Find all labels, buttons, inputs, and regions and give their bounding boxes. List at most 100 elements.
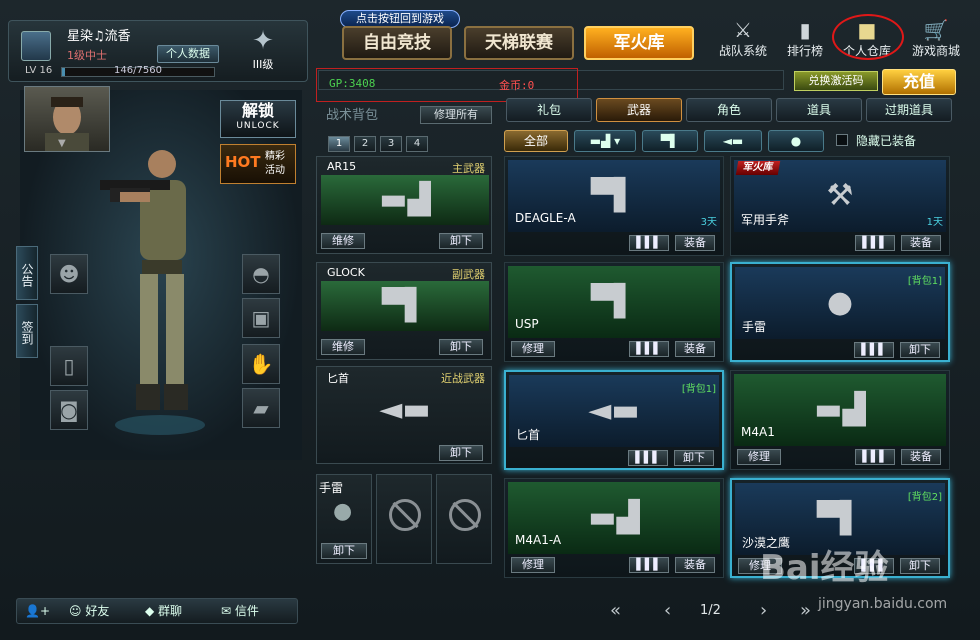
equip-slot-helmet[interactable]: ◓ [242,254,280,294]
add-friend-icon[interactable]: 👤+ [25,601,50,621]
prev-page-icon[interactable]: ‹ [664,600,671,621]
repair-button[interactable]: 维修 [321,339,365,355]
unequip-button[interactable]: 卸下 [439,445,483,461]
pistol-icon: ▀▌ [590,178,638,213]
pistol-icon: ▀▌ [816,501,864,536]
announcement-tab[interactable]: 公告 [16,246,38,300]
game-shop-button[interactable]: 🛒 游戏商城 [896,18,976,62]
baidu-watermark-url: jingyan.baidu.com [818,596,948,612]
item-name: USP [515,317,539,331]
repair-button[interactable]: 修理 [511,557,555,573]
filter-pistol[interactable]: ▀▌ [642,130,698,152]
redeem-code-button[interactable]: 兑换激活码 [794,71,878,91]
item-card[interactable]: ▬▟ M4A1 修理 ▌▌▌ 装备 [730,370,950,470]
unequip-button[interactable]: 卸下 [439,339,483,355]
stats-button[interactable]: ▌▌▌ [628,450,668,466]
unequip-button[interactable]: 卸下 [900,558,940,574]
equip-slot-gloves[interactable]: ✋ [242,344,280,384]
repair-button[interactable]: 维修 [321,233,365,249]
backpack-tab-3[interactable]: 3 [380,136,402,152]
equip-button[interactable]: 装备 [901,235,941,251]
backpack-slot-locked [376,474,432,564]
backpack-tab-1[interactable]: 1 [328,136,350,152]
item-card[interactable]: ▀▌ DEAGLE-A 3天 ▌▌▌ 装备 [504,156,724,256]
filter-all[interactable]: 全部 [504,130,568,152]
category-tab-items[interactable]: 道具 [776,98,862,122]
rifle-icon: ▬▟ [814,392,866,427]
rifle-icon: ▬▟ [588,500,640,535]
player-rank: 1级中士 [67,49,107,62]
equip-slot-boots[interactable]: ▰ [242,388,280,428]
mail-button[interactable]: ✉ 信件 [221,601,259,621]
item-card[interactable]: ▬▟ M4A1-A 修理 ▌▌▌ 装备 [504,478,724,578]
backpack-slot-grenade: 手雷 ● 卸下 [316,474,372,564]
category-tab-characters[interactable]: 角色 [686,98,772,122]
repair-button[interactable]: 修理 [511,341,555,357]
unequip-button[interactable]: 卸下 [439,233,483,249]
unequip-button[interactable]: 卸下 [321,543,367,559]
group-chat-button[interactable]: ◆ 群聊 [145,601,182,621]
equip-button[interactable]: 装备 [675,557,715,573]
item-card[interactable]: ● [背包1] 手雷 ▌▌▌ 卸下 [730,262,950,362]
bar-chart-icon: ▌▌▌ [636,342,662,355]
stats-button[interactable]: ▌▌▌ [629,235,669,251]
equip-button[interactable]: 装备 [675,235,715,251]
ranking-button[interactable]: ▮ 排行榜 [774,18,836,62]
bar-chart-icon: ▌▌▌ [861,343,887,356]
hide-equipped-checkbox[interactable] [836,134,848,146]
filter-grenade[interactable]: ● [768,130,824,152]
repair-button[interactable]: 修理 [737,449,781,465]
stats-button[interactable]: ▌▌▌ [629,341,669,357]
item-card[interactable]: ⚒ 军火库 军用手斧 1天 ▌▌▌ 装备 [730,156,950,256]
slot-weapon-type: 近战武器 [441,372,485,385]
equip-slot-accessory[interactable]: ▯ [50,346,88,386]
page-indicator: 1/2 [700,603,721,618]
filter-rifle[interactable]: ▬▟ ▾ [574,130,636,152]
hot-events-button[interactable]: HOT 精彩 活动 [220,144,296,184]
stats-button[interactable]: ▌▌▌ [629,557,669,573]
backpack-tab-2[interactable]: 2 [354,136,376,152]
highlight-circle [832,14,904,60]
item-card[interactable]: ◄▬ [背包1] 匕首 ▌▌▌ 卸下 [504,370,724,470]
recharge-button[interactable]: 充值 [882,69,956,95]
stats-button[interactable]: ▌▌▌ [854,342,894,358]
tab-free-competition[interactable]: 自由竞技 [342,26,452,60]
tab-ladder-league[interactable]: 天梯联赛 [464,26,574,60]
stats-button[interactable]: ▌▌▌ [855,449,895,465]
equip-button[interactable]: 装备 [901,449,941,465]
category-tab-weapons[interactable]: 武器 [596,98,682,122]
grenade-icon: ● [333,499,353,524]
personal-data-button[interactable]: 个人数据 [157,45,219,63]
ranking-label: 排行榜 [786,44,823,58]
checkin-tab[interactable]: 签到 [16,304,38,358]
repair-all-button[interactable]: 修理所有 [420,106,492,124]
equip-button[interactable]: 装备 [675,341,715,357]
equip-slot-bag[interactable]: ◙ [50,390,88,430]
team-system-button[interactable]: ⚔ 战队系统 [712,18,774,62]
next-page-icon[interactable]: › [760,600,767,621]
tube-item-icon: ▯ [63,354,75,378]
tab-arsenal[interactable]: 军火库 [584,26,694,60]
filter-melee[interactable]: ◄▬ [704,130,762,152]
friends-button[interactable]: ☺ 好友 [69,601,109,621]
portrait-dropdown-icon[interactable]: ▼ [58,138,74,149]
unlock-cn: 解锁 [241,101,274,120]
item-card[interactable]: ▀▌ USP 修理 ▌▌▌ 装备 [504,262,724,362]
unequip-button[interactable]: 卸下 [900,342,940,358]
unlock-button[interactable]: 解锁 UNLOCK [220,100,296,138]
backpack-tab-4[interactable]: 4 [406,136,428,152]
item-name: 军用手斧 [741,213,790,227]
player-level: LV 16 [25,65,53,76]
locked-slot-icon [449,499,481,531]
category-tab-gift[interactable]: 礼包 [506,98,592,122]
bar-chart-icon: ▌▌▌ [635,451,661,464]
equip-slot-pet[interactable]: ☻ [50,254,88,294]
hot-events-text: 精彩 活动 [265,151,285,176]
unequip-button[interactable]: 卸下 [674,450,714,466]
equip-slot-vest[interactable]: ▣ [242,298,280,338]
soldier-figure-icon [100,150,205,435]
category-tab-expired[interactable]: 过期道具 [866,98,952,122]
first-page-icon[interactable]: « [610,600,621,621]
stats-button[interactable]: ▌▌▌ [855,235,895,251]
last-page-icon[interactable]: » [800,600,811,621]
